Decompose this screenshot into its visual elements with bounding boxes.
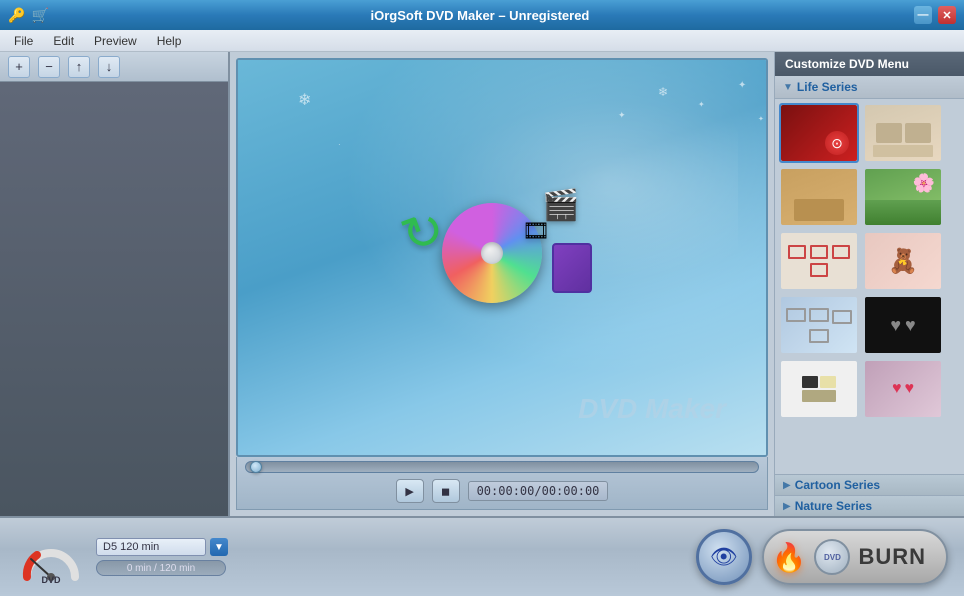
- cartoon-series-header[interactable]: ▶ Cartoon Series: [775, 474, 964, 495]
- move-up-button[interactable]: ↑: [68, 56, 90, 78]
- file-list: [0, 82, 228, 516]
- thumbnail-9[interactable]: [779, 359, 859, 419]
- nature-series-arrow-icon: ▶: [783, 501, 791, 512]
- customize-dvd-menu-header: Customize DVD Menu: [775, 52, 964, 76]
- remove-file-button[interactable]: −: [38, 56, 60, 78]
- main-area: + − ↑ ↓ ❄ ❄ ✦ ✦ ✦ ✦ ·: [0, 52, 964, 516]
- life-series-arrow-icon: ▼: [783, 82, 793, 93]
- film-strip-icon: [552, 243, 592, 293]
- cartoon-series-arrow-icon: ▶: [783, 480, 791, 491]
- dvd-type-selector: D5 120 min ▼ 0 min / 120 min: [96, 538, 228, 576]
- preview-eye-button[interactable]: 👁: [696, 529, 752, 585]
- eye-icon: 👁: [710, 544, 738, 570]
- menu-help[interactable]: Help: [147, 32, 192, 50]
- dvd-type-dropdown[interactable]: D5 120 min: [96, 538, 206, 556]
- close-button[interactable]: ✕: [938, 6, 956, 24]
- window-title: iOrgSoft DVD Maker – Unregistered: [49, 8, 911, 23]
- flame-icon: 🔥: [772, 541, 807, 574]
- left-panel: + − ↑ ↓: [0, 52, 230, 516]
- burn-label: BURN: [858, 544, 926, 570]
- nature-series-label: Nature Series: [795, 499, 872, 513]
- move-down-button[interactable]: ↓: [98, 56, 120, 78]
- nature-series-header[interactable]: ▶ Nature Series: [775, 495, 964, 516]
- dvd-progress-text: 0 min / 120 min: [127, 563, 195, 574]
- dvd-type-dropdown-arrow[interactable]: ▼: [210, 538, 228, 556]
- thumbnail-1[interactable]: ⊙: [779, 103, 859, 163]
- film-camera-icon: 🎞: [522, 218, 550, 244]
- thumbnail-5[interactable]: [779, 231, 859, 291]
- burn-button[interactable]: 🔥 DVD BURN: [762, 529, 948, 585]
- add-file-button[interactable]: +: [8, 56, 30, 78]
- dvd-gauge: DVD: [16, 527, 86, 587]
- menu-file[interactable]: File: [4, 32, 43, 50]
- menu-bar: File Edit Preview Help: [0, 30, 964, 52]
- minimize-button[interactable]: —: [914, 6, 932, 24]
- thumbnail-4[interactable]: 🌸: [863, 167, 943, 227]
- center-panel: ❄ ❄ ✦ ✦ ✦ ✦ · ↻ 🎬 �: [230, 52, 774, 516]
- menu-edit[interactable]: Edit: [43, 32, 84, 50]
- menu-preview[interactable]: Preview: [84, 32, 147, 50]
- thumb-row-2: 🌸: [779, 167, 960, 227]
- progress-bar[interactable]: [245, 461, 759, 473]
- title-bar: 🔑 🛒 iOrgSoft DVD Maker – Unregistered — …: [0, 0, 964, 30]
- burn-disc-icon: DVD: [814, 539, 850, 575]
- thumbnail-6[interactable]: 🧸: [863, 231, 943, 291]
- burn-disc-label: DVD: [824, 553, 841, 562]
- thumb-row-3: 🧸: [779, 231, 960, 291]
- thumbnail-2[interactable]: [863, 103, 943, 163]
- bottom-bar: DVD D5 120 min ▼ 0 min / 120 min 👁 🔥 DVD…: [0, 516, 964, 596]
- title-icons-left: 🔑 🛒: [8, 7, 49, 24]
- thumbnail-7[interactable]: [779, 295, 859, 355]
- cartoon-series-label: Cartoon Series: [795, 478, 880, 492]
- time-display: 00:00:00/00:00:00: [468, 481, 609, 501]
- player-controls: ▶ ◼ 00:00:00/00:00:00: [236, 457, 768, 510]
- left-toolbar: + − ↑ ↓: [0, 52, 228, 82]
- right-panel: Customize DVD Menu ▼ Life Series ⊙: [774, 52, 964, 516]
- thumb-row-1: ⊙: [779, 103, 960, 163]
- key-icon: 🔑: [8, 7, 25, 24]
- thumbnail-3[interactable]: [779, 167, 859, 227]
- thumbnails-grid: ⊙: [775, 99, 964, 474]
- life-series-label: Life Series: [797, 80, 858, 94]
- preview-area: ❄ ❄ ✦ ✦ ✦ ✦ · ↻ 🎬 �: [236, 58, 768, 457]
- thumbnail-8[interactable]: ♥ ♥: [863, 295, 943, 355]
- stop-button[interactable]: ◼: [432, 479, 460, 503]
- play-button[interactable]: ▶: [396, 479, 424, 503]
- cart-icon: 🛒: [31, 7, 48, 24]
- thumb-row-4: ♥ ♥: [779, 295, 960, 355]
- dvd-progress-bar: 0 min / 120 min: [96, 560, 226, 576]
- preview-dvd-text: DVD Maker: [578, 393, 726, 425]
- thumbnail-10[interactable]: ♥ ♥: [863, 359, 943, 419]
- progress-thumb[interactable]: [250, 461, 262, 473]
- life-series-header[interactable]: ▼ Life Series: [775, 76, 964, 99]
- gauge-label: DVD: [16, 575, 86, 585]
- thumb-row-5: ♥ ♥: [779, 359, 960, 419]
